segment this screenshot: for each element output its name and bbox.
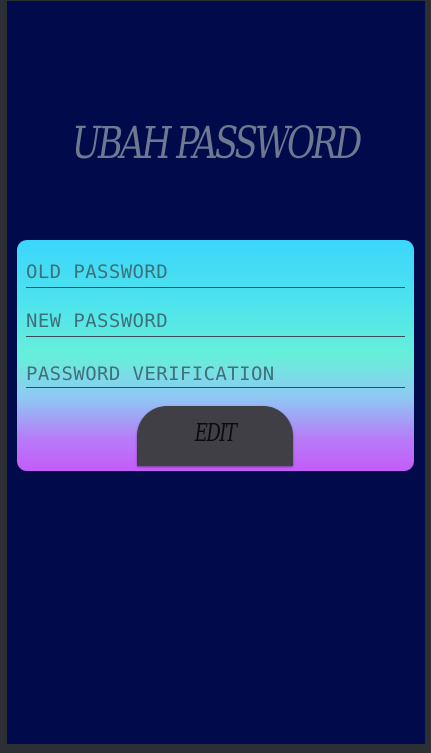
page-title: UBAH PASSWORD <box>72 118 362 169</box>
old-password-placeholder: OLD PASSWORD <box>26 261 169 283</box>
old-password-field[interactable]: OLD PASSWORD <box>26 257 405 288</box>
new-password-field[interactable]: NEW PASSWORD <box>26 306 405 337</box>
password-form-card: OLD PASSWORD NEW PASSWORD PASSWORD VERIF… <box>17 240 414 471</box>
password-verification-field[interactable]: PASSWORD VERIFICATION <box>26 359 405 388</box>
new-password-placeholder: NEW PASSWORD <box>26 310 169 332</box>
password-verification-placeholder: PASSWORD VERIFICATION <box>26 363 275 385</box>
edit-button-label: EDIT <box>194 419 237 447</box>
edit-button[interactable]: EDIT <box>137 406 293 466</box>
device-frame: UBAH PASSWORD OLD PASSWORD NEW PASSWORD … <box>0 0 431 753</box>
